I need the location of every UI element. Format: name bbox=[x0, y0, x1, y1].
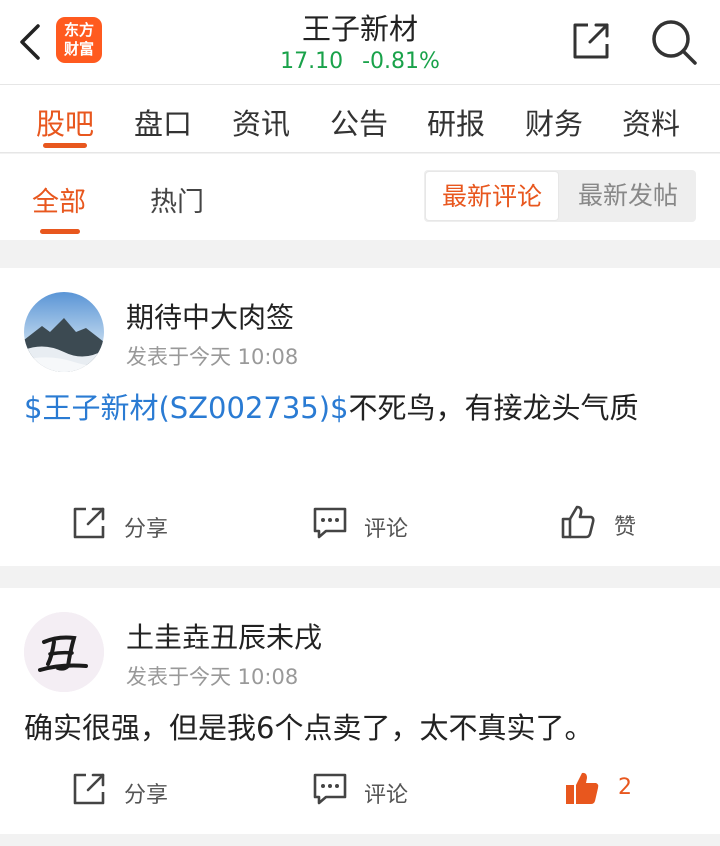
top-bar: 东方 财富 王子新材 17.10 -0.81% bbox=[0, 0, 720, 85]
tab-profile[interactable]: 资料 bbox=[622, 101, 680, 143]
stock-quote: 17.10 -0.81% bbox=[0, 49, 720, 74]
comment-button[interactable]: 评论 bbox=[312, 506, 422, 546]
tab-pankou[interactable]: 盘口 bbox=[134, 101, 192, 143]
share-icon bbox=[73, 773, 105, 805]
post-content[interactable]: $王子新材(SZ002735)$不死鸟，有接龙头气质 bbox=[24, 381, 696, 435]
subtab-hot[interactable]: 热门 bbox=[150, 180, 204, 219]
search-icon[interactable] bbox=[650, 18, 698, 66]
post-timestamp: 发表于今天 10:08 bbox=[126, 345, 299, 369]
author-name[interactable]: 期待中大肉签 bbox=[126, 296, 294, 336]
post-card[interactable]: 土圭垚丑辰未戌 发表于今天 10:08 确实很强，但是我6个点卖了，太不真实了。… bbox=[0, 588, 720, 834]
stock-price: 17.10 bbox=[280, 49, 344, 74]
comment-icon bbox=[313, 773, 347, 805]
tab-research[interactable]: 研报 bbox=[427, 101, 485, 143]
post-timestamp: 发表于今天 10:08 bbox=[126, 665, 299, 689]
stock-name-title: 王子新材 bbox=[301, 12, 418, 46]
avatar[interactable] bbox=[24, 612, 104, 692]
like-count: 2 bbox=[618, 775, 632, 800]
sub-tab-bar: 全部 热门 最新评论 最新发帖 bbox=[0, 154, 720, 240]
like-button[interactable]: 2 bbox=[564, 770, 644, 810]
stock-link[interactable]: $王子新材(SZ002735)$ bbox=[24, 391, 349, 425]
main-tab-bar: 股吧 盘口 资讯 公告 研报 财务 资料 bbox=[0, 85, 720, 153]
post-body-text: 不死鸟，有接龙头气质 bbox=[348, 391, 639, 425]
share-icon bbox=[73, 507, 105, 539]
post-card[interactable]: 期待中大肉签 发表于今天 10:08 $王子新材(SZ002735)$不死鸟，有… bbox=[0, 268, 720, 566]
share-button[interactable]: 分享 bbox=[72, 772, 182, 812]
share-label: 分享 bbox=[124, 517, 169, 542]
post-content[interactable]: 确实很强，但是我6个点卖了，太不真实了。 bbox=[24, 701, 696, 755]
thumbs-up-filled-icon bbox=[566, 772, 599, 804]
sort-latest-comment-button[interactable]: 最新评论 bbox=[425, 171, 559, 221]
comment-button[interactable]: 评论 bbox=[312, 772, 422, 812]
tab-finance[interactable]: 财务 bbox=[525, 101, 583, 143]
share-button[interactable]: 分享 bbox=[72, 506, 182, 546]
author-name[interactable]: 土圭垚丑辰未戌 bbox=[126, 616, 322, 656]
avatar[interactable] bbox=[24, 292, 104, 372]
active-subtab-indicator bbox=[40, 229, 80, 234]
active-tab-indicator bbox=[43, 143, 87, 148]
sort-toggle: 最新评论 最新发帖 bbox=[424, 170, 696, 222]
sort-latest-post-button[interactable]: 最新发帖 bbox=[561, 170, 695, 222]
tab-announcements[interactable]: 公告 bbox=[330, 101, 388, 143]
tab-guba[interactable]: 股吧 bbox=[36, 101, 94, 143]
comment-label: 评论 bbox=[364, 517, 409, 542]
share-icon[interactable] bbox=[570, 20, 612, 62]
comment-icon bbox=[313, 507, 347, 539]
like-label: 赞 bbox=[614, 515, 637, 540]
tab-news[interactable]: 资讯 bbox=[232, 101, 290, 143]
comment-label: 评论 bbox=[364, 783, 409, 808]
stock-change: -0.81% bbox=[362, 49, 440, 74]
thumbs-up-icon bbox=[561, 505, 595, 539]
subtab-all[interactable]: 全部 bbox=[32, 180, 86, 219]
share-label: 分享 bbox=[124, 783, 169, 808]
like-button[interactable]: 赞 bbox=[560, 504, 650, 544]
